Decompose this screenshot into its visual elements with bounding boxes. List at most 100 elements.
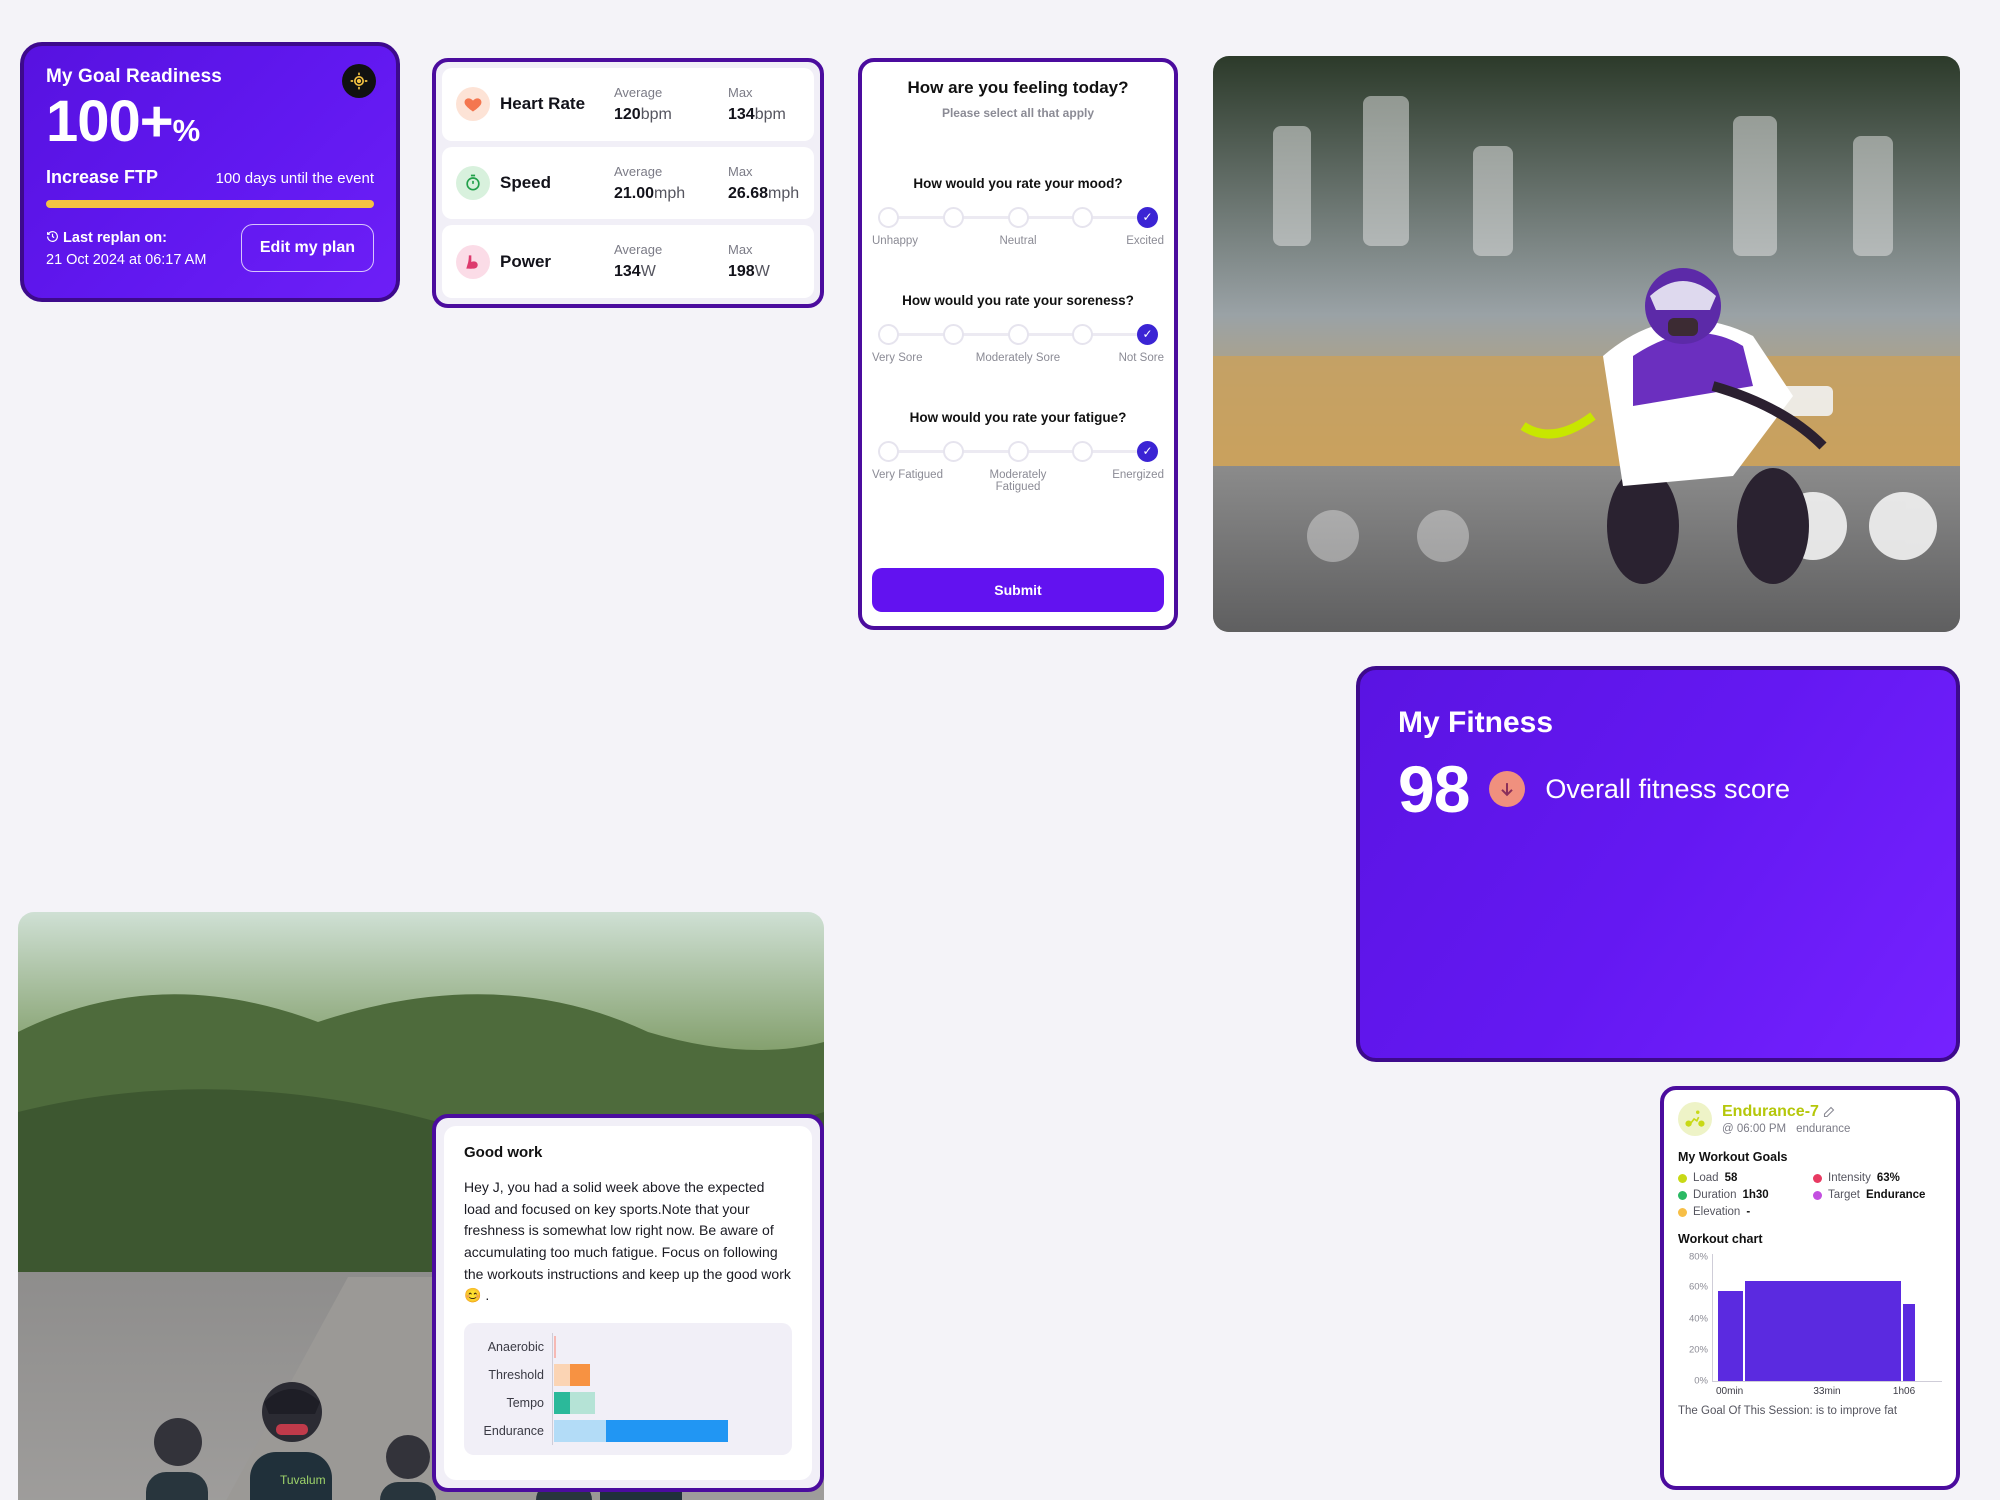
metric-name: Speed	[500, 173, 552, 192]
history-icon	[47, 230, 58, 242]
metric-row-speed[interactable]: Speed Average 21.00mph Max 26.68mph	[442, 146, 814, 220]
stopwatch-icon	[456, 166, 490, 200]
last-replan-text: Last replan on:	[63, 229, 167, 246]
metric-row-power[interactable]: Power Average 134W Max 198W	[442, 225, 814, 299]
metric-average-label: Average	[614, 84, 663, 100]
goal-label: Target	[1828, 1189, 1860, 1201]
workout-chart: 80% 60% 40% 20% 0%	[1678, 1251, 1942, 1386]
rating-option-3[interactable]	[1007, 440, 1029, 462]
fitness-description: Overall fitness score	[1545, 773, 1791, 804]
metric-average-label: Average	[614, 242, 663, 258]
rating-option-2[interactable]	[942, 323, 964, 345]
workout-type: endurance	[1796, 1123, 1851, 1135]
metric-max-label: Max	[728, 163, 753, 179]
zone-label: Anaerobic	[487, 1340, 544, 1355]
fitness-score: 98	[1398, 752, 1470, 826]
rating-option-4[interactable]	[1072, 323, 1094, 345]
workout-name-row[interactable]: Endurance-7	[1722, 1103, 1850, 1121]
last-replan-date: 21 Oct 2024 at 06:17 AM	[46, 252, 207, 269]
scale-labels: Very Sore Moderately Sore Not Sore	[872, 352, 1164, 364]
rating-scale: ✓	[878, 439, 1158, 463]
zone-track	[552, 1417, 780, 1446]
goal-label: Intensity	[1828, 1172, 1871, 1184]
rating-option-2[interactable]	[942, 206, 964, 228]
feeling-survey-card: How are you feeling today? Please select…	[858, 58, 1178, 630]
survey-subtitle: Please select all that apply	[941, 106, 1095, 120]
xtick-0: 00min	[1716, 1386, 1744, 1397]
zone-label: Tempo	[506, 1396, 544, 1411]
rating-scale: ✓	[878, 205, 1158, 229]
ytick-80: 80%	[1688, 1251, 1708, 1263]
zone-bar-planned	[554, 1336, 557, 1359]
ytick-0: 0%	[1694, 1375, 1708, 1387]
xtick-2: 1h06	[1892, 1386, 1916, 1397]
rating-option-4[interactable]	[1072, 206, 1094, 228]
metric-average: Average 134W	[614, 242, 718, 281]
goal-countdown: 100 days until the event	[215, 169, 374, 187]
heart-icon	[456, 87, 490, 122]
pencil-icon[interactable]	[1823, 1106, 1835, 1118]
legend-dot-load	[1678, 1173, 1687, 1183]
rating-option-1[interactable]	[878, 323, 899, 345]
legend-dot-elevation	[1678, 1207, 1687, 1217]
scale-dots: ✓	[878, 439, 1158, 463]
metric-row-heart-rate[interactable]: Heart Rate Average 120bpm Max 134bpm	[442, 68, 814, 141]
ytick-60: 60%	[1688, 1281, 1708, 1293]
fitness-score-row: 98 Overall fitness score	[1398, 756, 1918, 822]
metric-max: Max 198W	[728, 242, 832, 281]
rating-option-2[interactable]	[942, 440, 964, 462]
survey-question-mood: How would you rate your mood? ✓ Unhappy …	[872, 176, 1164, 247]
zone-track	[552, 1389, 780, 1418]
zone-bar-planned	[569, 1392, 595, 1415]
metric-max-value: 134bpm	[728, 105, 786, 123]
goal-readiness-card: My Goal Readiness 100+% Increase FTP 100…	[20, 42, 400, 302]
rating-option-5[interactable]: ✓	[1137, 206, 1158, 228]
zone-bar-actual	[554, 1392, 570, 1415]
goal-progress-bar	[46, 199, 374, 208]
scale-label-mid: Moderately Sore	[975, 352, 1061, 364]
rating-option-1[interactable]	[878, 206, 899, 228]
question-label: How would you rate your mood?	[913, 176, 1123, 191]
workout-goal-target: Target Endurance	[1813, 1189, 1942, 1201]
workout-goals-grid: Load 58 Intensity 63% Duration 1h30 Targ…	[1678, 1172, 1942, 1218]
workout-goal-elevation: Elevation -	[1678, 1206, 1807, 1218]
scale-label-low: Very Sore	[872, 352, 923, 364]
metric-max-label: Max	[728, 242, 753, 258]
last-replan-label: Last replan on:	[46, 227, 206, 249]
workout-footer-note: The Goal Of This Session: is to improve …	[1678, 1405, 1898, 1417]
rating-option-1[interactable]	[878, 440, 899, 462]
metric-average: Average 120bpm	[614, 85, 718, 124]
ytick-20: 20%	[1688, 1344, 1708, 1356]
zone-bar-planned	[554, 1420, 606, 1443]
zone-bar-actual	[605, 1420, 728, 1443]
rating-option-4[interactable]	[1072, 440, 1094, 462]
workout-bar-3	[1903, 1303, 1915, 1381]
rating-option-5[interactable]: ✓	[1137, 323, 1158, 345]
goal-value-percent: %	[172, 113, 201, 148]
scale-label-high: Excited	[1126, 235, 1164, 247]
xtick-1: 33min	[1813, 1386, 1841, 1397]
scale-label-high: Energized	[1112, 469, 1164, 481]
goal-label: Duration	[1693, 1189, 1737, 1201]
rating-option-3[interactable]	[1007, 206, 1029, 228]
workout-bar-2	[1745, 1280, 1901, 1381]
workout-name: Endurance-7	[1722, 1103, 1819, 1120]
workout-time: @ 06:00 PM	[1722, 1123, 1787, 1135]
good-work-title: Good work	[464, 1144, 543, 1161]
legend-dot-target	[1813, 1190, 1822, 1200]
scale-label-high: Not Sore	[1118, 352, 1164, 364]
ytick-40: 40%	[1688, 1313, 1708, 1325]
legend-dot-duration	[1678, 1190, 1687, 1200]
metric-average-value: 134W	[614, 263, 656, 281]
fitness-title: My Fitness	[1398, 706, 1554, 739]
submit-button[interactable]: Submit	[872, 568, 1164, 612]
scale-label-mid: Neutral	[999, 235, 1037, 247]
goal-footer: Last replan on: 21 Oct 2024 at 06:17 AM …	[46, 223, 374, 272]
scale-label-mid: Moderately Fatigued	[989, 469, 1047, 493]
edit-my-plan-button[interactable]: Edit my plan	[240, 223, 374, 272]
rating-option-3[interactable]	[1007, 323, 1029, 345]
rating-option-5[interactable]: ✓	[1137, 440, 1158, 462]
svg-text:Tuvalum: Tuvalum	[280, 1473, 326, 1487]
goal-value: Endurance	[1865, 1189, 1926, 1201]
scale-labels: Unhappy Neutral Excited	[872, 235, 1164, 247]
